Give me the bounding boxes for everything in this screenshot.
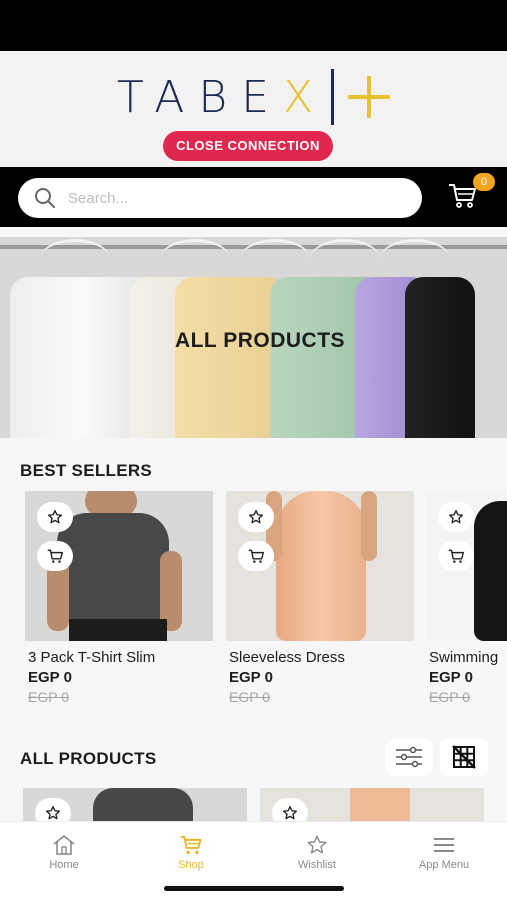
logo-divider: [331, 69, 335, 125]
product-name: Sleeveless Dress: [229, 649, 345, 666]
product-old-price: EGP 0: [429, 689, 470, 705]
cart-count-badge: 0: [473, 173, 495, 191]
hero-banner: ALL PRODUCTS: [0, 237, 507, 438]
hanger: [40, 239, 110, 279]
swimsuit-shape: [474, 501, 507, 641]
product-image[interactable]: [426, 491, 507, 641]
product-old-price: EGP 0: [28, 689, 69, 705]
menu-icon: [434, 838, 454, 852]
dress-shape: [276, 491, 366, 641]
product-card[interactable]: Sleeveless Dress EGP 0 EGP 0: [226, 491, 414, 705]
all-products-title: ALL PRODUCTS: [20, 749, 157, 768]
product-price: EGP 0: [28, 669, 72, 686]
wishlist-button[interactable]: [37, 502, 73, 532]
app-screen: TABEX CLOSE CONNECTION Search... 0 ALL P…: [0, 0, 507, 900]
star-icon: [307, 835, 327, 854]
star-icon: [48, 510, 62, 524]
garment-yellow: [175, 277, 285, 438]
product-image[interactable]: [25, 491, 213, 641]
hanger: [380, 239, 450, 279]
product-old-price: EGP 0: [229, 689, 270, 705]
nav-shop[interactable]: Shop: [146, 834, 236, 871]
product-name: Swimming: [429, 649, 499, 666]
close-connection-button[interactable]: CLOSE CONNECTION: [163, 131, 333, 161]
logo-plus-icon: [348, 76, 391, 118]
star-icon: [283, 806, 297, 820]
status-bar: [0, 0, 507, 51]
cart-icon: [448, 549, 465, 563]
cart-icon: [180, 835, 202, 855]
wishlist-button[interactable]: [438, 502, 474, 532]
logo-x: X: [283, 71, 328, 123]
tabex-logo: TABEX: [0, 67, 507, 127]
nav-home[interactable]: Home: [19, 834, 109, 871]
nav-shop-label: Shop: [178, 859, 204, 871]
product-card[interactable]: 3 Pack T-Shirt Slim EGP 0 EGP 0: [25, 491, 213, 705]
hero-title: ALL PRODUCTS: [174, 329, 346, 352]
product-card[interactable]: Swimming EGP 0 EGP 0: [426, 491, 507, 705]
hanger: [240, 239, 310, 279]
star-icon: [46, 806, 60, 820]
arm-right: [361, 491, 377, 561]
nav-home-label: Home: [49, 859, 79, 871]
nav-wishlist[interactable]: Wishlist: [272, 834, 362, 871]
grid-off-icon: [452, 745, 476, 769]
product-price: EGP 0: [429, 669, 473, 686]
search-icon: [35, 188, 55, 208]
cart-icon: [47, 549, 64, 563]
home-icon: [53, 834, 75, 855]
cart-icon: [248, 549, 265, 563]
search-input[interactable]: Search...: [18, 178, 422, 218]
hanger: [160, 239, 230, 279]
add-to-cart-button[interactable]: [438, 541, 474, 571]
pants-shape: [69, 619, 167, 641]
nav-app-menu[interactable]: App Menu: [399, 834, 489, 871]
nav-app-menu-label: App Menu: [418, 859, 470, 871]
nav-wishlist-label: Wishlist: [298, 859, 336, 871]
product-image[interactable]: [226, 491, 414, 641]
wishlist-button[interactable]: [238, 502, 274, 532]
best-sellers-title: BEST SELLERS: [20, 461, 153, 480]
add-to-cart-button[interactable]: [238, 541, 274, 571]
logo-letters: TABEX: [116, 71, 328, 123]
hanger: [310, 239, 380, 279]
search-bar: Search...: [0, 167, 507, 227]
brand-header: TABEX CLOSE CONNECTION: [0, 51, 507, 167]
star-icon: [249, 510, 263, 524]
filter-sliders-icon: [396, 746, 422, 768]
star-icon: [449, 510, 463, 524]
filter-button[interactable]: [385, 738, 433, 776]
product-price: EGP 0: [229, 669, 273, 686]
add-to-cart-button[interactable]: [37, 541, 73, 571]
garment-black: [405, 277, 475, 438]
search-placeholder: Search...: [68, 189, 129, 207]
tshirt-shape: [57, 513, 169, 623]
home-indicator: [164, 886, 344, 891]
product-name: 3 Pack T-Shirt Slim: [28, 649, 156, 666]
grid-toggle-button[interactable]: [440, 738, 488, 776]
